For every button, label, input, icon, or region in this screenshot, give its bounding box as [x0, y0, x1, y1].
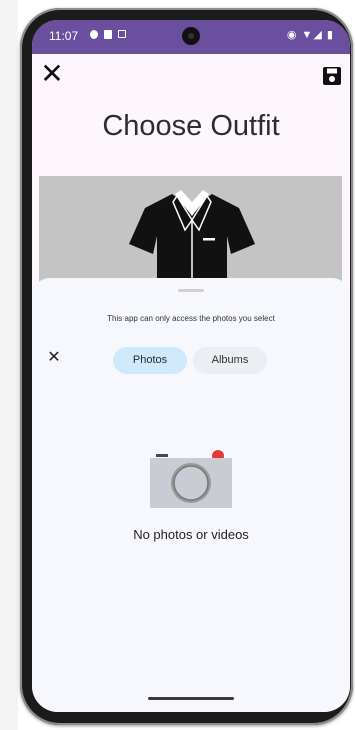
page-title: Choose Outfit: [102, 110, 280, 142]
shield-icon: [90, 30, 98, 39]
empty-state-text: No photos or videos: [133, 527, 249, 542]
floppy-disk-icon[interactable]: [322, 66, 342, 86]
status-time: 11:07: [49, 29, 79, 43]
access-notice: This app can only access the photos you …: [107, 314, 275, 323]
notification-icon: [118, 30, 126, 38]
home-indicator[interactable]: [148, 697, 234, 700]
background-strip: [0, 0, 18, 730]
tab-albums[interactable]: Albums: [193, 347, 267, 374]
photo-picker-sheet: This app can only access the photos you …: [32, 278, 350, 712]
sheet-drag-handle[interactable]: [178, 289, 204, 292]
phone-screen: 11:07 ◉ ▼◢ ▮ ✕ Choose Outfit This app ca…: [32, 20, 350, 712]
tab-photos[interactable]: Photos: [113, 347, 187, 374]
status-bar: 11:07 ◉ ▼◢ ▮: [32, 20, 350, 54]
picker-close-button[interactable]: ✕: [46, 350, 62, 366]
camera-icon: [150, 450, 232, 508]
status-icons: ◉ ▼◢ ▮: [286, 29, 334, 41]
front-camera: [182, 27, 200, 45]
sim-icon: [104, 30, 112, 39]
close-icon[interactable]: ✕: [40, 60, 64, 88]
